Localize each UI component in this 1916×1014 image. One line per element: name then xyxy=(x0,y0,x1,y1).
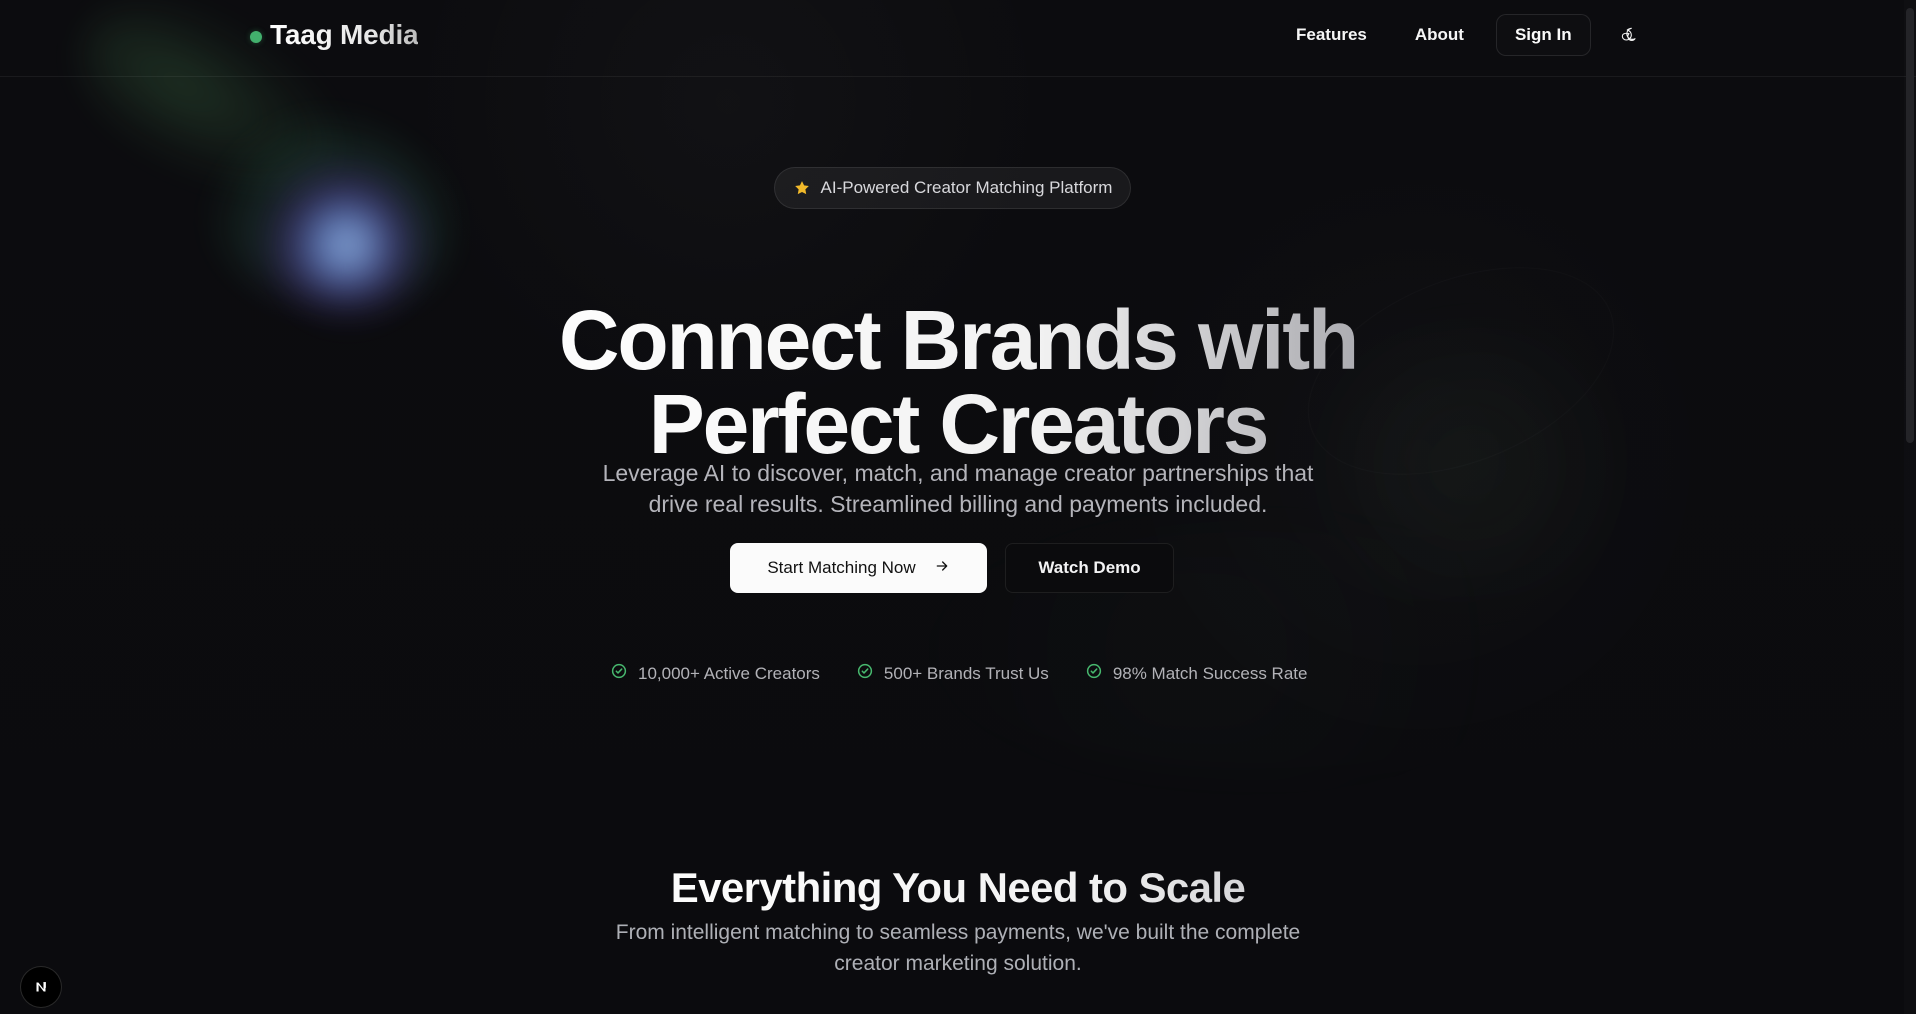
features-subtitle-line-2: creator marketing solution. xyxy=(834,952,1082,975)
platform-badge: AI-Powered Creator Matching Platform xyxy=(774,167,1131,209)
features-section-title: Everything You Need to Scale xyxy=(558,862,1358,914)
top-navigation-bar: Taag Media Features About Sign In xyxy=(0,0,1916,77)
floating-logo-badge[interactable] xyxy=(20,966,62,1008)
stat-item: 98% Match Success Rate xyxy=(1085,662,1308,685)
main-navigation: Features About Sign In xyxy=(1280,13,1651,57)
arrow-right-icon xyxy=(934,558,950,579)
hero-title-line-1: Connect Brands with xyxy=(458,298,1458,382)
moon-icon xyxy=(1621,26,1637,45)
start-matching-button[interactable]: Start Matching Now xyxy=(730,543,987,593)
hero-stats: 10,000+ Active Creators 500+ Brands Trus… xyxy=(610,662,1307,685)
page-scrollbar-thumb[interactable] xyxy=(1906,8,1914,443)
check-circle-icon xyxy=(610,662,628,685)
hero-title: Connect Brands with Perfect Creators xyxy=(458,298,1458,466)
features-section-subtitle: From intelligent matching to seamless pa… xyxy=(582,917,1334,979)
stat-label: 10,000+ Active Creators xyxy=(638,663,820,683)
sign-in-button[interactable]: Sign In xyxy=(1495,14,1591,56)
stat-label: 98% Match Success Rate xyxy=(1112,663,1308,683)
brand-dot-icon xyxy=(250,30,262,43)
n-letter-icon xyxy=(32,978,50,996)
hero-subtitle-line-2: drive real results. Streamlined billing … xyxy=(648,491,1268,517)
features-subtitle-line-1: From intelligent matching to seamless pa… xyxy=(615,921,1301,944)
about-link[interactable]: About xyxy=(1399,13,1480,57)
start-matching-label: Start Matching Now xyxy=(767,558,916,577)
hero-subtitle: Leverage AI to discover, match, and mana… xyxy=(560,458,1356,520)
features-link[interactable]: Features xyxy=(1280,13,1383,57)
hero-subtitle-line-1: Leverage AI to discover, match, and mana… xyxy=(602,460,1314,486)
hero-title-line-2: Perfect Creators xyxy=(458,382,1458,466)
check-circle-icon xyxy=(856,662,874,685)
check-circle-icon xyxy=(1085,662,1103,685)
brand-name: Taag Media xyxy=(270,19,419,50)
star-icon xyxy=(793,179,811,197)
main-content: AI-Powered Creator Matching Platform Con… xyxy=(0,0,1916,1014)
hero-actions: Start Matching Now Watch Demo xyxy=(730,543,1174,593)
theme-toggle-button[interactable] xyxy=(1607,13,1651,57)
watch-demo-button[interactable]: Watch Demo xyxy=(1005,543,1174,593)
watch-demo-label: Watch Demo xyxy=(1038,558,1141,577)
brand-logo[interactable]: Taag Media xyxy=(250,18,419,52)
stat-item: 10,000+ Active Creators xyxy=(610,662,820,685)
platform-badge-text: AI-Powered Creator Matching Platform xyxy=(820,178,1113,197)
stat-item: 500+ Brands Trust Us xyxy=(856,662,1049,685)
stat-label: 500+ Brands Trust Us xyxy=(883,663,1049,683)
